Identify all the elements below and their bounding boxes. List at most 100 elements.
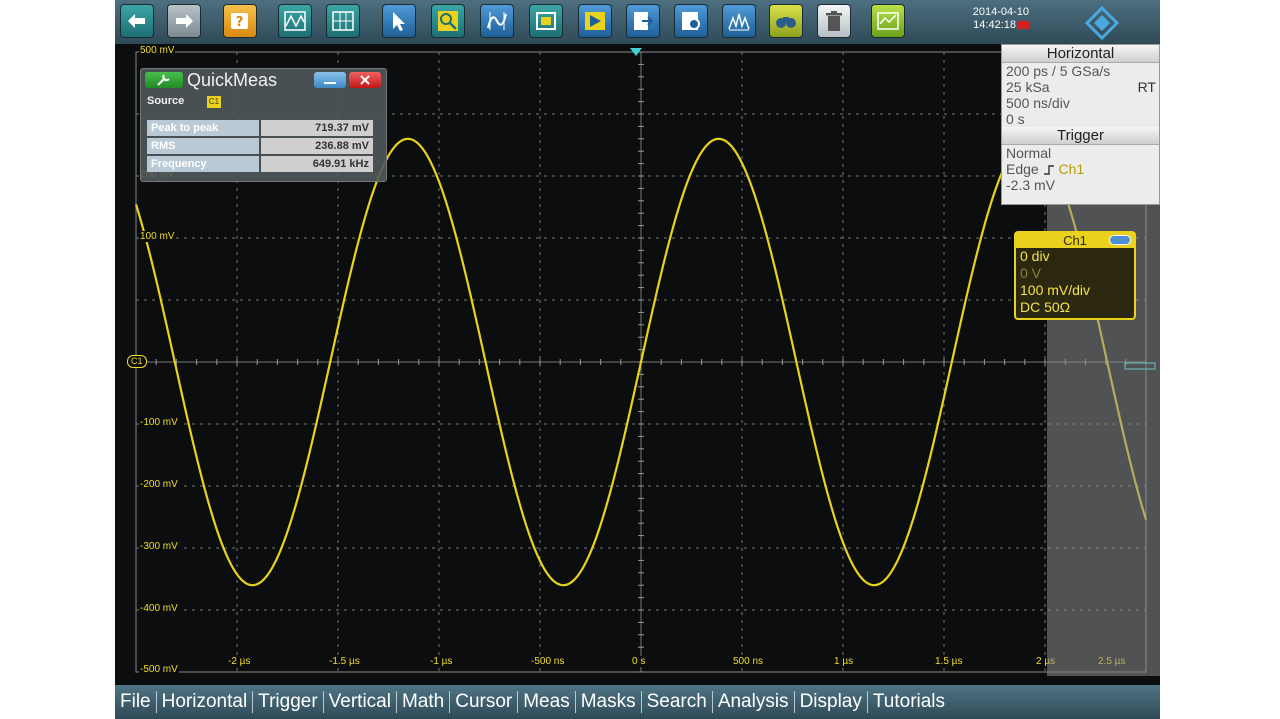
meas-row-peak-to-peak: Peak to peak 719.37 mV [147,120,373,136]
x-tick-label: -500 ns [530,656,566,667]
menu-vertical[interactable]: Vertical [324,691,397,713]
menu-file[interactable]: File [115,691,157,713]
export-button[interactable] [626,4,660,38]
trash-icon [826,11,842,31]
histogram-button[interactable] [722,4,756,38]
ch1-settings-box[interactable]: Ch1 0 div 0 V 100 mV/div DC 50Ω [1014,231,1136,320]
recording-indicator-icon [1017,21,1029,30]
binoculars-icon [776,17,796,28]
acquisition-info-panel[interactable]: Horizontal 200 ps / 5 GSa/s 25 kSa RT 50… [1001,44,1160,205]
meas-name: Frequency [147,156,259,172]
bottom-menu-bar: File Horizontal Trigger Vertical Math Cu… [115,685,1160,719]
channel-header: Ch1 [1016,233,1134,248]
trigger-level: -2.3 mV [1006,177,1056,193]
y-tick-label: -400 mV [139,603,179,614]
menu-trigger[interactable]: Trigger [253,691,324,713]
y-tick-label: 100 mV [139,231,176,242]
meas-value: 236.88 mV [261,138,373,154]
help-icon: ? [231,13,248,30]
acquisition-mode: RT [1137,79,1156,95]
play-icon [585,12,605,30]
channel-coupling: DC 50Ω [1020,299,1071,315]
time-text: 14:42:18 [953,19,1029,32]
settings-button[interactable] [674,4,708,38]
autoset-button[interactable] [278,4,312,38]
delete-button[interactable] [817,4,851,38]
x-tick-label: 0 s [631,656,647,667]
x-tick-label: 1 µs [833,656,855,667]
export-icon [634,12,654,30]
zoom-icon [438,11,458,31]
menu-tutorials[interactable]: Tutorials [868,691,950,713]
x-tick-label: -1 µs [429,656,454,667]
brand-logo-icon [1085,6,1119,40]
quickmeas-dialog[interactable]: QuickMeas Source C1 Peak to peak 719.37 … [140,68,387,182]
x-tick-label: -1.5 µs [328,656,361,667]
redo-button[interactable] [167,4,201,38]
minimize-button[interactable] [314,72,346,88]
record-length: 25 kSa [1006,79,1050,95]
channel-toggle-icon[interactable] [1109,235,1131,245]
channel-scale: 100 mV/div [1020,282,1091,298]
horizontal-position: 0 s [1006,111,1025,127]
y-tick-label: -300 mV [139,541,179,552]
trigger-type-row: Edge Ch1 [1002,161,1159,177]
close-icon [360,75,370,85]
settings-icon [682,12,700,30]
menu-search[interactable]: Search [642,691,713,713]
menu-math[interactable]: Math [397,691,451,713]
meas-value: 719.37 mV [261,120,373,136]
report-icon [877,12,899,30]
report-button[interactable] [871,4,905,38]
wrench-button[interactable] [145,72,183,88]
channel-offset: 0 div [1020,248,1050,264]
screenshot-button[interactable] [529,4,563,38]
menu-display[interactable]: Display [795,691,868,713]
meas-value: 649.91 kHz [261,156,373,172]
minimize-icon [324,82,336,84]
menu-cursor[interactable]: Cursor [450,691,519,713]
meas-name: RMS [147,138,259,154]
y-tick-label: -500 mV [139,664,179,675]
x-tick-label: 1.5 µs [934,656,964,667]
close-button[interactable] [349,72,381,88]
meas-row-rms: RMS 236.88 mV [147,138,373,154]
measure-icon [487,12,507,30]
menu-meas[interactable]: Meas [518,691,576,713]
menu-masks[interactable]: Masks [576,691,642,713]
source-label: Source [147,95,185,107]
trigger-mode: Normal [1006,145,1052,161]
meas-name: Peak to peak [147,120,259,136]
find-button[interactable] [769,4,803,38]
screenshot-icon [536,12,556,30]
toolbar: ? 2014-04-10 14:42:18 [115,0,1160,44]
timebase: 500 ns/div [1006,95,1070,111]
pointer-icon [393,12,405,31]
date-text: 2014-04-10 [972,6,1029,18]
help-button[interactable]: ? [223,4,257,38]
channel-marker: C1 [127,355,147,368]
rising-edge-icon [1043,165,1054,175]
svg-text:?: ? [236,15,244,30]
datetime: 2014-04-10 14:42:18 [953,6,1029,32]
trigger-type: Edge [1006,161,1039,177]
horizontal-header: Horizontal [1002,45,1159,63]
y-tick-label: -100 mV [139,417,179,428]
play-button[interactable] [578,4,612,38]
cursor-grid-button[interactable] [326,4,360,38]
zoom-button[interactable] [431,4,465,38]
measure-button[interactable] [480,4,514,38]
undo-icon [128,14,145,28]
source-selector[interactable]: C1 [207,96,221,108]
menu-horizontal[interactable]: Horizontal [157,691,254,713]
undo-button[interactable] [120,4,154,38]
redo-icon [176,14,193,28]
meas-row-frequency: Frequency 649.91 kHz [147,156,373,172]
menu-analysis[interactable]: Analysis [713,691,795,713]
pointer-button[interactable] [382,4,416,38]
histogram-icon [728,13,750,31]
dialog-title: QuickMeas [187,70,278,90]
x-tick-label: 500 ns [732,656,765,667]
record-length-row: 25 kSa RT [1002,79,1159,95]
oscilloscope-window: ? 2014-04-10 14:42:18 500 mV 100 mV -100… [115,0,1160,719]
